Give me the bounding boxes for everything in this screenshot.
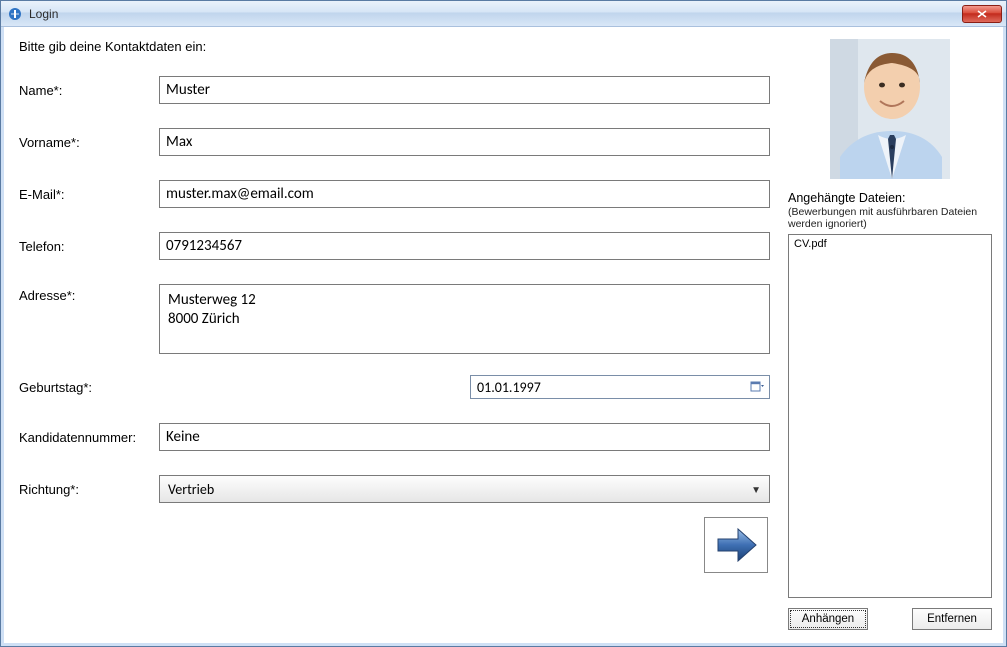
form-panel: Bitte gib deine Kontaktdaten ein: Name*:… (9, 31, 788, 638)
row-telefon: Telefon: (19, 232, 770, 260)
label-telefon: Telefon: (19, 239, 159, 254)
telefon-input[interactable] (159, 232, 770, 260)
label-vorname: Vorname*: (19, 135, 159, 150)
row-name: Name*: (19, 76, 770, 104)
attachment-item[interactable]: CV.pdf (794, 238, 986, 251)
next-button[interactable] (704, 517, 768, 573)
richtung-value: Vertrieb (168, 481, 751, 498)
attach-button[interactable]: Anhängen (788, 608, 868, 630)
adresse-input[interactable] (159, 284, 770, 354)
label-kandidatennummer: Kandidatennummer: (19, 430, 159, 445)
geburtstag-datepicker[interactable]: 01.01.1997 (470, 375, 770, 399)
row-adresse: Adresse*: (19, 284, 770, 357)
calendar-dropdown-icon (749, 379, 765, 395)
row-vorname: Vorname*: (19, 128, 770, 156)
titlebar: Login (1, 1, 1006, 27)
login-window: Login Bitte gib deine Kontaktdaten ein: … (0, 0, 1007, 647)
kandidatennummer-input[interactable] (159, 423, 770, 451)
vorname-input[interactable] (159, 128, 770, 156)
label-name: Name*: (19, 83, 159, 98)
row-richtung: Richtung*: Vertrieb ▼ (19, 475, 770, 503)
label-richtung: Richtung*: (19, 482, 159, 497)
arrow-right-icon (712, 525, 760, 565)
row-kandidatennummer: Kandidatennummer: (19, 423, 770, 451)
content-area: Bitte gib deine Kontaktdaten ein: Name*:… (9, 31, 998, 638)
richtung-select[interactable]: Vertrieb ▼ (159, 475, 770, 503)
label-geburtstag: Geburtstag*: (19, 380, 159, 395)
app-icon (7, 6, 23, 22)
remove-button[interactable]: Entfernen (912, 608, 992, 630)
next-button-row (19, 517, 770, 573)
chevron-down-icon: ▼ (751, 483, 761, 496)
window-close-button[interactable] (962, 5, 1002, 23)
attachment-buttons: Anhängen Entfernen (788, 608, 992, 630)
attachments-listbox[interactable]: CV.pdf (788, 234, 992, 598)
name-input[interactable] (159, 76, 770, 104)
attachments-note: (Bewerbungen mit ausführbaren Dateien we… (788, 206, 992, 230)
label-email: E-Mail*: (19, 187, 159, 202)
row-email: E-Mail*: (19, 180, 770, 208)
label-adresse: Adresse*: (19, 284, 159, 303)
email-input[interactable] (159, 180, 770, 208)
row-geburtstag: Geburtstag*: 01.01.1997 (19, 375, 770, 399)
intro-text: Bitte gib deine Kontaktdaten ein: (19, 39, 770, 54)
profile-photo (830, 39, 950, 179)
close-icon (977, 10, 987, 18)
geburtstag-value: 01.01.1997 (477, 379, 749, 396)
window-title: Login (29, 7, 962, 21)
attachments-title: Angehängte Dateien: (788, 191, 992, 205)
attachments-panel: Angehängte Dateien: (Bewerbungen mit aus… (788, 31, 998, 638)
